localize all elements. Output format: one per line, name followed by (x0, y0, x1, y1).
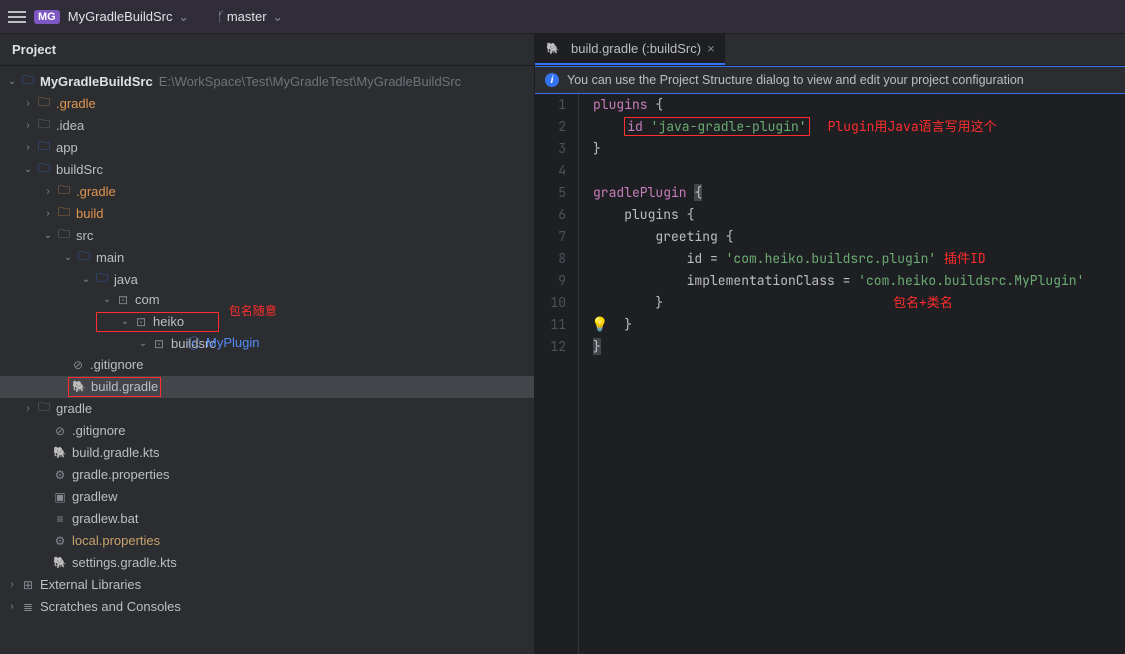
code-body[interactable]: plugins { id 'java-gradle-plugin'Plugin用… (579, 94, 1125, 654)
gradle-icon (71, 379, 87, 395)
terminal-icon (52, 489, 68, 505)
tree-item[interactable]: local.properties (0, 530, 534, 552)
project-tree[interactable]: ⌄MyGradleBuildSrcE:\WorkSpace\Test\MyGra… (0, 66, 534, 654)
chevron-down-icon: ⌄ (272, 9, 283, 24)
tree-item[interactable]: gradlew (0, 486, 534, 508)
tree-item[interactable]: ⌄heiko (99, 311, 216, 333)
vcs-branch[interactable]: ᚶmaster ⌄ (217, 9, 283, 25)
file-icon (52, 511, 68, 527)
folder-icon (56, 183, 72, 199)
banner-text: You can use the Project Structure dialog… (567, 73, 1024, 87)
gutter: 1 2 3 4 5 6 7 8 9 10 11 12 (535, 94, 579, 654)
tree-item[interactable]: settings.gradle.kts (0, 552, 534, 574)
branch-icon: ᚶ (217, 9, 225, 24)
tree-item[interactable]: ⌄com (99, 289, 216, 311)
class-icon (186, 335, 202, 351)
project-name[interactable]: MyGradleBuildSrc ⌄ (68, 9, 189, 25)
info-icon: i (545, 73, 559, 87)
intention-bulb-icon[interactable]: 💡 (591, 314, 608, 336)
folder-icon (56, 205, 72, 221)
annotation-text: 包名随意 (229, 302, 277, 319)
tree-item[interactable]: gradle.properties (0, 464, 534, 486)
tree-item[interactable]: ›External Libraries (0, 574, 534, 596)
hamburger-menu[interactable] (8, 11, 26, 23)
tree-item[interactable]: MyPlugin (0, 332, 534, 354)
info-banner[interactable]: i You can use the Project Structure dial… (535, 66, 1125, 94)
code-editor[interactable]: 1 2 3 4 5 6 7 8 9 10 11 12 plugins { id … (535, 94, 1125, 654)
src-folder-icon (94, 271, 110, 287)
scratch-icon (20, 599, 36, 615)
package-icon (151, 336, 167, 352)
tree-item[interactable]: ⌄buildSrc (0, 158, 534, 180)
tree-item[interactable]: ⌄src (0, 224, 534, 246)
folder-icon (36, 95, 52, 111)
tab-label: build.gradle (:buildSrc) (571, 41, 701, 56)
gitignore-icon (70, 357, 86, 373)
titlebar: MG MyGradleBuildSrc ⌄ ᚶmaster ⌄ (0, 0, 1125, 34)
gear-icon (52, 533, 68, 549)
tree-item[interactable]: .gitignore (0, 420, 534, 442)
tree-item[interactable]: ›.gradle (0, 180, 534, 202)
tree-item[interactable]: .gitignore (0, 354, 534, 376)
editor-tab[interactable]: build.gradle (:buildSrc) × (535, 34, 725, 65)
project-sidebar: Project ⌄MyGradleBuildSrcE:\WorkSpace\Te… (0, 34, 535, 654)
gradle-icon (52, 445, 68, 461)
src-folder-icon (76, 249, 92, 265)
folder-icon (36, 117, 52, 133)
tree-item[interactable]: ›.gradle (0, 92, 534, 114)
module-icon (36, 161, 52, 177)
gear-icon (52, 467, 68, 483)
gradle-icon (52, 555, 68, 571)
tree-item[interactable]: ⌄main (0, 246, 534, 268)
tree-item[interactable]: ›build (0, 202, 534, 224)
package-icon (115, 292, 131, 308)
annotation-box: build.gradle (68, 377, 161, 397)
editor-tabs: build.gradle (:buildSrc) × (535, 34, 1125, 66)
tree-item[interactable]: build.gradle.kts (0, 442, 534, 464)
tree-item[interactable]: ›app (0, 136, 534, 158)
library-icon (20, 577, 36, 593)
tree-item[interactable]: gradlew.bat (0, 508, 534, 530)
tree-item[interactable]: ›Scratches and Consoles (0, 596, 534, 618)
tree-item-selected[interactable]: build.gradle (0, 376, 534, 398)
gradle-icon (545, 41, 561, 57)
close-icon[interactable]: × (707, 41, 715, 56)
chevron-down-icon: ⌄ (178, 9, 189, 24)
module-icon (20, 73, 36, 89)
tree-root[interactable]: ⌄MyGradleBuildSrcE:\WorkSpace\Test\MyGra… (0, 70, 534, 92)
folder-icon (36, 401, 52, 417)
project-badge: MG (34, 10, 60, 24)
folder-icon (56, 227, 72, 243)
module-icon (36, 139, 52, 155)
editor-pane: build.gradle (:buildSrc) × i You can use… (535, 34, 1125, 654)
tree-item[interactable]: ›.idea (0, 114, 534, 136)
gitignore-icon (52, 423, 68, 439)
project-tool-header[interactable]: Project (0, 34, 534, 66)
tree-item[interactable]: ⌄java (0, 268, 534, 290)
package-icon (133, 314, 149, 330)
annotation-box: ⌄com ⌄heiko ⌄buildsrc (96, 312, 219, 332)
tree-item[interactable]: ›gradle (0, 398, 534, 420)
